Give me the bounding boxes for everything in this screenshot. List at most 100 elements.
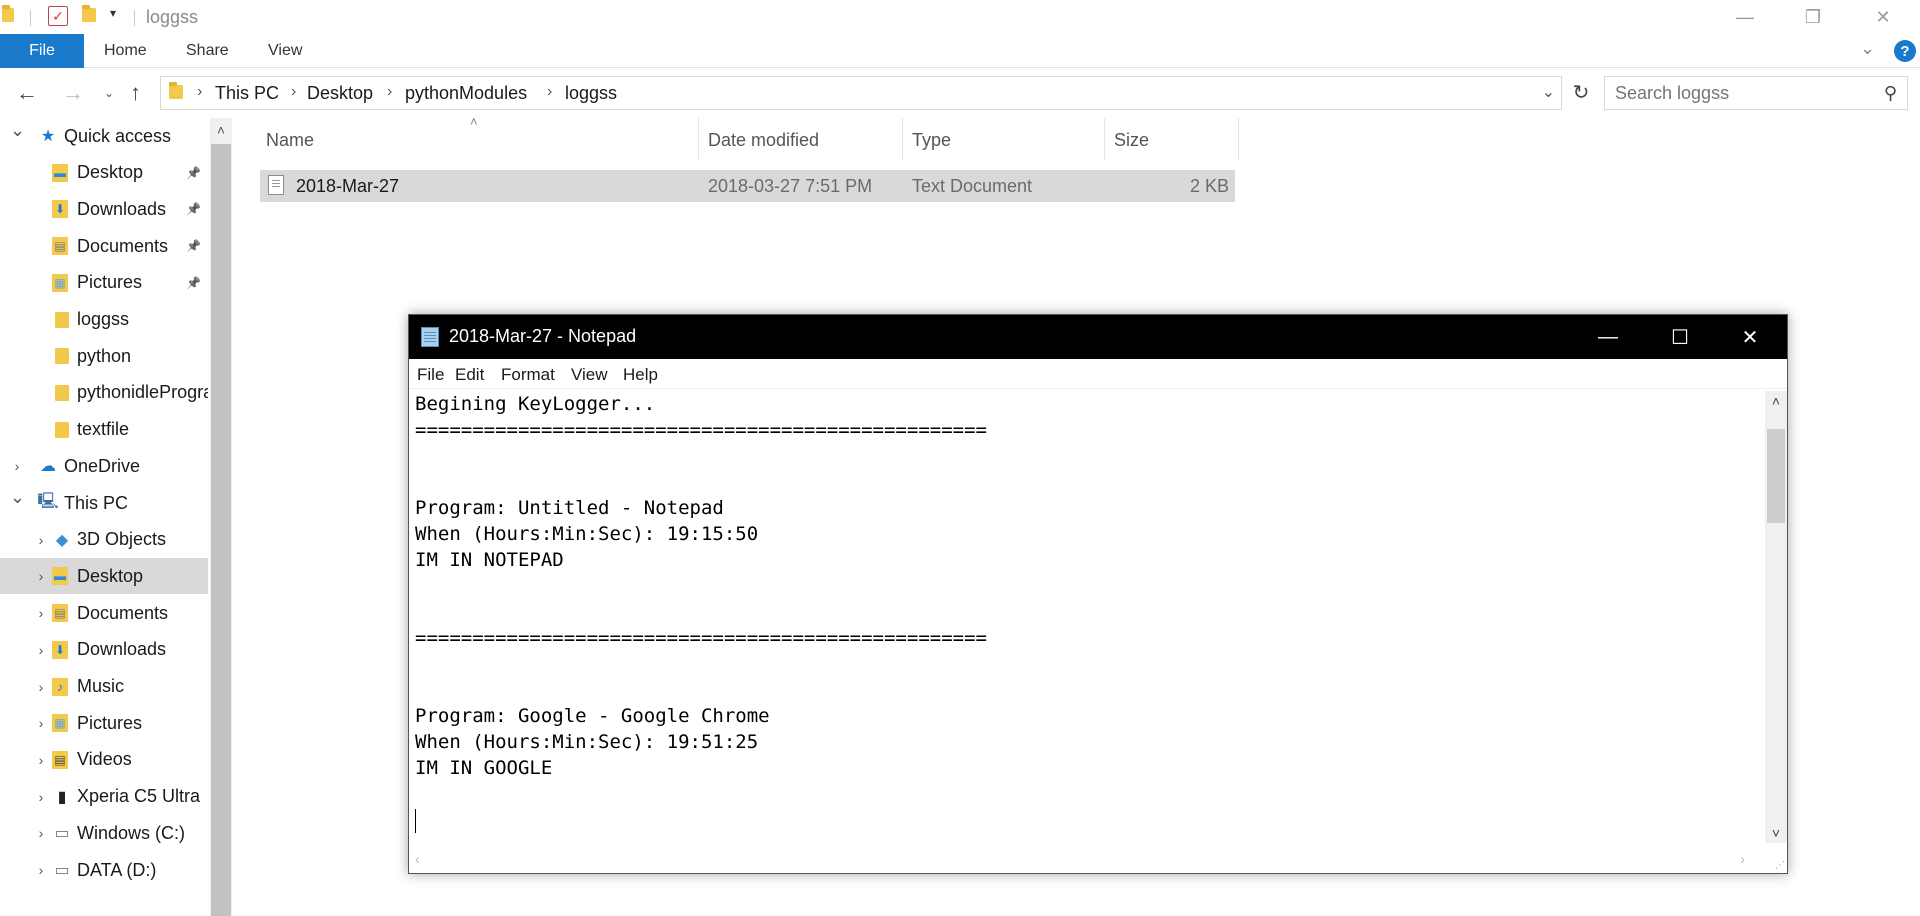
new-folder-icon[interactable]	[82, 5, 96, 22]
column-divider[interactable]	[698, 118, 699, 160]
refresh-icon[interactable]: ↻	[1566, 80, 1596, 110]
minimize-button[interactable]: —	[1722, 0, 1768, 34]
recent-locations-chevron-icon[interactable]: ⌄	[104, 86, 114, 100]
expanded-chevron-icon[interactable]: ⌄	[10, 120, 25, 141]
back-arrow-icon[interactable]: ←	[16, 80, 38, 106]
close-button[interactable]: ✕	[1860, 0, 1906, 34]
resize-grip-icon[interactable]: ⋰	[1775, 860, 1785, 871]
column-header-name[interactable]: Name	[266, 130, 314, 151]
collapsed-chevron-icon[interactable]: ›	[34, 642, 48, 658]
column-header-date-modified[interactable]: Date modified	[708, 130, 819, 151]
up-arrow-icon[interactable]: ↑	[130, 80, 141, 106]
address-history-chevron-icon[interactable]: ⌄	[1542, 82, 1555, 102]
sidebar-item-textfile[interactable]: textfile	[0, 412, 208, 448]
collapsed-chevron-icon[interactable]: ›	[34, 789, 48, 805]
breadcrumb-desktop[interactable]: Desktop	[307, 83, 373, 104]
scroll-right-icon[interactable]: ›	[1740, 851, 1745, 867]
sidebar-item-downloads[interactable]: ⬇ Downloads 📌	[0, 191, 208, 227]
sidebar-item-3d-objects[interactable]: › ◆ 3D Objects	[0, 522, 208, 558]
breadcrumb-this-pc[interactable]: This PC	[215, 83, 279, 104]
sidebar-item-documents[interactable]: › ▤ Documents	[0, 595, 208, 631]
forward-arrow-icon[interactable]: →	[62, 80, 84, 106]
collapsed-chevron-icon[interactable]: ›	[34, 825, 48, 841]
drive-icon: ▭	[54, 825, 70, 843]
menu-edit[interactable]: Edit	[455, 365, 484, 385]
expand-ribbon-chevron-icon[interactable]: ⌄	[1860, 38, 1875, 59]
column-header-type[interactable]: Type	[912, 130, 951, 151]
breadcrumb-separator-icon[interactable]: ›	[291, 83, 296, 101]
sidebar-item-videos[interactable]: › ▤ Videos	[0, 742, 208, 778]
collapsed-chevron-icon[interactable]: ›	[34, 532, 48, 548]
notepad-vertical-scrollbar[interactable]: ˄ ˅	[1765, 391, 1787, 843]
notepad-maximize-button[interactable]: ☐	[1645, 315, 1715, 359]
scrollbar-thumb[interactable]	[1767, 429, 1785, 523]
column-divider[interactable]	[1238, 118, 1239, 160]
menu-help[interactable]: Help	[623, 365, 658, 385]
restore-button[interactable]: ❐	[1790, 0, 1836, 34]
scroll-up-icon[interactable]: ˄	[210, 122, 232, 138]
sidebar-item-desktop[interactable]: ▬ Desktop 📌	[0, 155, 208, 191]
search-icon[interactable]: ⚲	[1884, 83, 1897, 104]
sidebar-item-windows-c[interactable]: › ▭ Windows (C:)	[0, 815, 208, 851]
sidebar-item-pictures[interactable]: › ▦ Pictures	[0, 705, 208, 741]
customize-toolbar-dropdown-icon[interactable]: ▾	[110, 6, 116, 20]
scroll-up-icon[interactable]: ˄	[1765, 393, 1787, 409]
breadcrumb-separator-icon[interactable]: ›	[387, 83, 392, 101]
notepad-window[interactable]: 2018-Mar-27 - Notepad — ☐ ✕ File Edit Fo…	[408, 314, 1788, 874]
scrollbar-thumb[interactable]	[211, 144, 231, 916]
sidebar-item-python[interactable]: python	[0, 338, 208, 374]
search-box[interactable]: ⚲	[1604, 76, 1908, 110]
collapsed-chevron-icon[interactable]: ›	[34, 568, 48, 584]
notepad-horizontal-scrollbar[interactable]: ‹ ›	[409, 847, 1765, 873]
notepad-close-button[interactable]: ✕	[1715, 315, 1785, 359]
tab-home[interactable]: Home	[104, 42, 147, 60]
sidebar-item-downloads[interactable]: › ⬇ Downloads	[0, 632, 208, 668]
sidebar-item-loggss[interactable]: loggss	[0, 302, 208, 338]
search-input[interactable]	[1615, 83, 1865, 104]
breadcrumb-pythonmodules[interactable]: pythonModules	[405, 83, 527, 104]
scroll-down-icon[interactable]: ˅	[1765, 825, 1787, 841]
column-divider[interactable]	[1104, 118, 1105, 160]
sidebar-item-onedrive[interactable]: › ☁ OneDrive	[0, 448, 208, 484]
table-row[interactable]: 2018-Mar-27 2018-03-27 7:51 PM Text Docu…	[260, 170, 1235, 202]
tab-file[interactable]: File	[0, 34, 84, 68]
navigation-scrollbar[interactable]: ˄	[210, 118, 232, 916]
sidebar-item-pictures[interactable]: ▦ Pictures 📌	[0, 265, 208, 301]
sidebar-item-data-d[interactable]: › ▭ DATA (D:)	[0, 852, 208, 888]
folder-icon[interactable]	[2, 5, 14, 22]
notepad-text-area[interactable]: Begining KeyLogger... ===================…	[415, 391, 1755, 851]
folder-icon	[52, 310, 72, 330]
collapsed-chevron-icon[interactable]: ›	[34, 679, 48, 695]
sidebar-item-pythonidleprogra[interactable]: pythonidleProgra	[0, 375, 208, 411]
sidebar-item-this-pc[interactable]: ⌄ 🖳 This PC	[0, 485, 208, 521]
column-divider[interactable]	[902, 118, 903, 160]
sidebar-item-quick-access[interactable]: ⌄ ★ Quick access	[0, 118, 208, 154]
notepad-minimize-button[interactable]: —	[1573, 315, 1643, 359]
breadcrumb-separator-icon[interactable]: ›	[547, 83, 552, 101]
collapsed-chevron-icon[interactable]: ›	[34, 605, 48, 621]
collapsed-chevron-icon[interactable]: ›	[34, 715, 48, 731]
collapsed-chevron-icon[interactable]: ›	[10, 458, 24, 474]
expanded-chevron-icon[interactable]: ⌄	[10, 487, 25, 508]
collapsed-chevron-icon[interactable]: ›	[34, 752, 48, 768]
sidebar-item-documents[interactable]: ▤ Documents 📌	[0, 228, 208, 264]
sidebar-item-music[interactable]: › ♪ Music	[0, 669, 208, 705]
cloud-icon: ☁	[40, 458, 56, 476]
sidebar-item-xperia-c5-ultra[interactable]: › ▮ Xperia C5 Ultra	[0, 779, 208, 815]
menu-format[interactable]: Format	[501, 365, 555, 385]
column-header-size[interactable]: Size	[1114, 130, 1149, 151]
collapsed-chevron-icon[interactable]: ›	[34, 862, 48, 878]
tab-share[interactable]: Share	[186, 42, 229, 60]
breadcrumb-loggss[interactable]: loggss	[565, 83, 617, 104]
menu-view[interactable]: View	[571, 365, 608, 385]
notepad-title-bar[interactable]: 2018-Mar-27 - Notepad — ☐ ✕	[409, 315, 1787, 359]
help-icon[interactable]: ?	[1894, 40, 1916, 62]
menu-file[interactable]: File	[417, 365, 444, 385]
breadcrumb-separator-icon[interactable]: ›	[197, 83, 202, 101]
sidebar-item-desktop[interactable]: › ▬ Desktop	[0, 558, 208, 595]
properties-check-icon[interactable]: ✓	[48, 6, 68, 26]
drive-icon: ▭	[54, 862, 70, 879]
tab-view[interactable]: View	[268, 42, 302, 60]
address-bar[interactable]: › This PC › Desktop › pythonModules › lo…	[160, 76, 1562, 110]
scroll-left-icon[interactable]: ‹	[415, 851, 420, 867]
